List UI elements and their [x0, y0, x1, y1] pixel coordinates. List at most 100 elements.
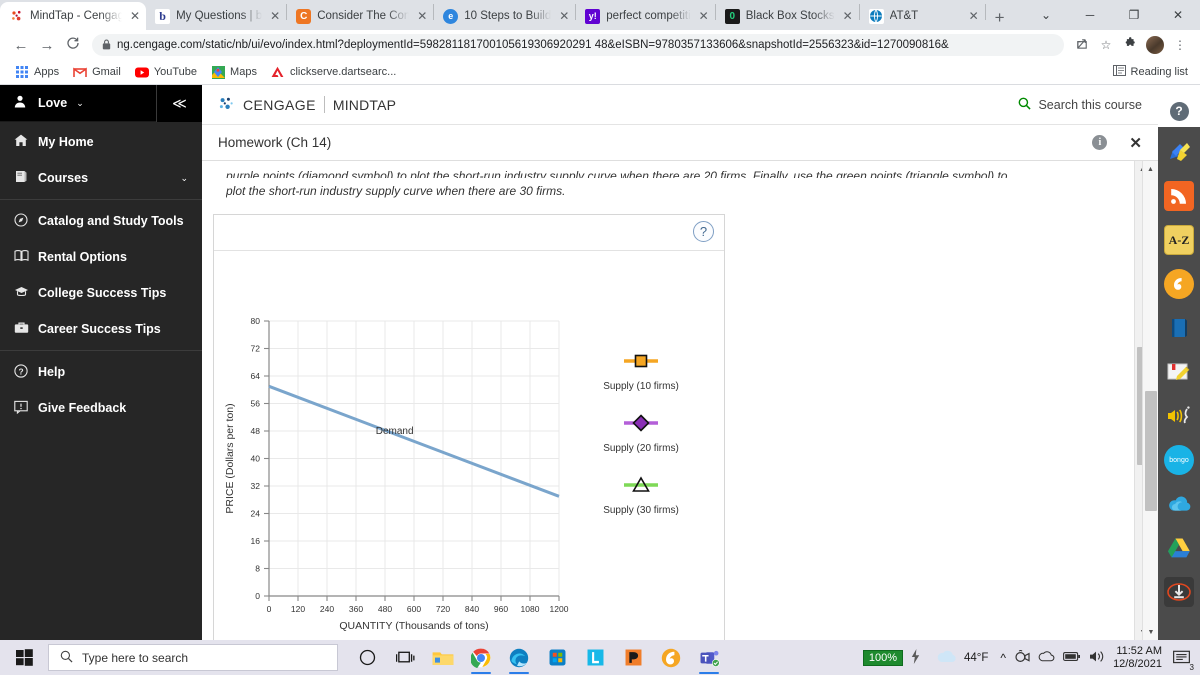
sidebar-item-rental-options[interactable]: Rental Options [0, 239, 202, 275]
browser-tab[interactable]: C Consider The Con ✕ [287, 2, 433, 30]
chrome-icon[interactable] [462, 640, 500, 675]
question-circle-icon: ? [1169, 101, 1189, 121]
open-book-icon [14, 249, 38, 265]
photoshop-icon[interactable] [614, 640, 652, 675]
page-title: Homework (Ch 14) [218, 135, 332, 150]
rss-feed-icon[interactable] [1164, 181, 1194, 211]
google-drive-icon[interactable] [1164, 533, 1194, 563]
volume-icon[interactable] [1089, 650, 1105, 666]
brand-cengage: CENGAGE [243, 96, 316, 113]
home-icon [14, 134, 38, 150]
dictionary-az-icon[interactable]: A-Z [1164, 225, 1194, 255]
battery-icon[interactable] [1063, 651, 1081, 665]
back-button[interactable]: ← [8, 37, 34, 54]
tab-close-icon[interactable]: ✕ [559, 10, 569, 22]
browser-tab[interactable]: 0 Black Box Stocks ✕ [716, 2, 859, 30]
ebook-icon[interactable] [1164, 313, 1194, 343]
bookmark-youtube[interactable]: YouTube [128, 65, 204, 79]
onedrive-cloud-icon[interactable] [1038, 650, 1055, 665]
tab-search-icon[interactable]: ⌄ [1024, 8, 1068, 22]
address-bar[interactable]: ng.cengage.com/static/nb/ui/evo/index.ht… [92, 34, 1064, 56]
taskbar-clock[interactable]: 11:52 AM 12/8/2021 [1113, 645, 1162, 671]
cengage-icon[interactable] [652, 640, 690, 675]
share-icon[interactable] [1070, 37, 1094, 53]
browser-tab[interactable]: MindTap - Cengag ✕ [0, 2, 147, 30]
chevron-up-icon[interactable]: ^ [1000, 651, 1006, 665]
bongo-label: bongo [1169, 456, 1189, 464]
sidebar-item-my-home[interactable]: My Home [0, 124, 202, 160]
browser-tab[interactable]: b My Questions | b ✕ [146, 2, 286, 30]
tab-close-icon[interactable]: ✕ [843, 10, 853, 22]
sidebar-item-career-success-tips[interactable]: Career Success Tips [0, 311, 202, 347]
tab-close-icon[interactable]: ✕ [270, 10, 280, 22]
scroll-up-arrow[interactable]: ▲ [1143, 161, 1158, 177]
sidebar-collapse-button[interactable]: ≪ [156, 85, 202, 122]
browser-tab-strip: MindTap - Cengag ✕ b My Questions | b ✕ … [0, 0, 1200, 30]
browser-tab[interactable]: y! perfect competiti ✕ [576, 2, 714, 30]
page-scrollbar[interactable]: ▲ ▼ [1142, 161, 1158, 640]
browser-tab[interactable]: e 10 Steps to Build ✕ [434, 2, 575, 30]
svg-text:Supply (10 firms): Supply (10 firms) [603, 381, 679, 392]
bookmark-star-icon[interactable]: ☆ [1094, 38, 1118, 52]
info-icon[interactable]: i [1092, 135, 1108, 150]
reload-button[interactable] [60, 36, 86, 54]
tab-close-icon[interactable]: ✕ [417, 10, 427, 22]
browser-tab[interactable]: AT&T ✕ [860, 2, 985, 30]
bookmark-gmail[interactable]: Gmail [66, 65, 128, 79]
windows-start-icon[interactable] [0, 649, 48, 666]
bookmark-apps[interactable]: Apps [8, 65, 66, 79]
tab-close-icon[interactable]: ✕ [699, 10, 709, 22]
taskbar-search-input[interactable]: Type here to search [48, 644, 338, 671]
tab-title: AT&T [889, 10, 919, 22]
lockdown-browser-icon[interactable] [576, 640, 614, 675]
brainfuse-icon[interactable] [1164, 269, 1194, 299]
reading-list-button[interactable]: Reading list [1112, 65, 1192, 79]
onedrive-icon[interactable] [1164, 489, 1194, 519]
notification-center-icon[interactable]: 3 [1170, 647, 1194, 672]
tab-close-icon[interactable]: ✕ [130, 10, 140, 22]
avatar[interactable] [1146, 36, 1164, 54]
maximize-button[interactable]: ❐ [1112, 8, 1156, 22]
chart-svg[interactable]: 0 8 16 24 32 40 48 56 64 72 80 0 120 240 360 480 600 720 8… [214, 251, 724, 640]
extensions-puzzle-icon[interactable] [1118, 37, 1142, 53]
instructions-line-2: plot the short-run industry supply curve… [226, 184, 566, 198]
weather-widget[interactable]: 44°F [936, 649, 988, 666]
forward-button[interactable]: → [34, 37, 60, 54]
cortana-icon[interactable] [348, 640, 386, 675]
bongo-icon[interactable]: bongo [1164, 445, 1194, 475]
sidebar-item-help[interactable]: ? Help [0, 354, 202, 390]
svg-text:16: 16 [251, 536, 261, 546]
webcam-icon[interactable] [1014, 649, 1030, 666]
task-view-icon[interactable] [386, 640, 424, 675]
svg-text:1200: 1200 [550, 604, 569, 614]
course-search[interactable]: Search this course [1018, 97, 1142, 113]
microsoft-teams-icon[interactable] [690, 640, 728, 675]
sidebar-item-courses[interactable]: Courses ⌄ [0, 160, 202, 196]
edge-icon[interactable] [500, 640, 538, 675]
read-aloud-icon[interactable] [1164, 401, 1194, 431]
new-tab-button[interactable]: + [986, 9, 1014, 26]
download-icon[interactable] [1164, 577, 1194, 607]
chrome-menu-icon[interactable]: ⋮ [1168, 38, 1192, 52]
minimize-button[interactable]: ─ [1068, 8, 1112, 22]
file-explorer-icon[interactable] [424, 640, 462, 675]
system-tray: 100% 44°F ^ 11:52 AM 12/8/2021 3 [862, 645, 1200, 672]
tab-title: MindTap - Cengag [30, 10, 122, 22]
scrollbar-thumb[interactable] [1145, 391, 1157, 511]
mindtap-help-button[interactable]: ? [1158, 95, 1200, 127]
tab-close-icon[interactable]: ✕ [969, 10, 979, 22]
sidebar-item-catalog-and-study-tools[interactable]: Catalog and Study Tools [0, 203, 202, 239]
close-icon[interactable]: ✕ [1129, 134, 1142, 152]
microsoft-store-icon[interactable] [538, 640, 576, 675]
graph-help-icon[interactable]: ? [693, 221, 714, 242]
svg-text:480: 480 [378, 604, 392, 614]
sidebar-item-college-success-tips[interactable]: College Success Tips [0, 275, 202, 311]
scroll-down-arrow[interactable]: ▼ [1143, 624, 1159, 640]
sidebar-item-give-feedback[interactable]: Give Feedback [0, 390, 202, 426]
close-window-button[interactable]: ✕ [1156, 8, 1200, 22]
bookmark-clickserve[interactable]: clickserve.dartsearc... [264, 65, 403, 79]
notes-icon[interactable] [1164, 357, 1194, 387]
bookmark-maps[interactable]: Maps [204, 65, 264, 79]
highlighter-pen-icon[interactable] [1164, 137, 1194, 167]
plot-area[interactable]: 0 8 16 24 32 40 48 56 64 72 80 0 120 240 360 480 600 720 8… [214, 251, 724, 640]
